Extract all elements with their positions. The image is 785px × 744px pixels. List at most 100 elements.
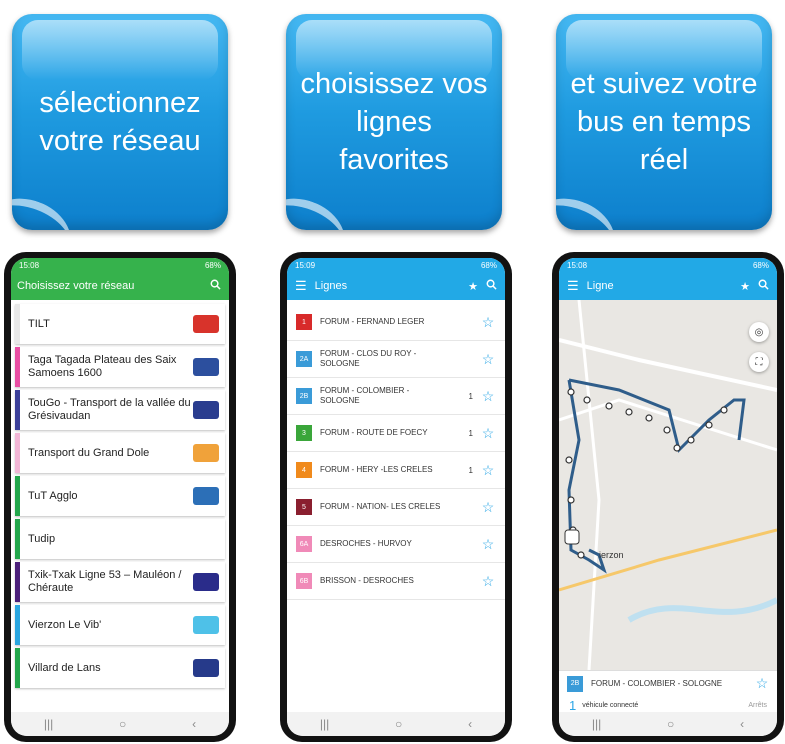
line-item[interactable]: 5 FORUM - NATION- LES CRELES ☆ [287,489,505,526]
line-name: FORUM - HERY -LES CRELES [320,465,433,474]
network-item[interactable]: Tudip [15,519,225,559]
line-info-panel: 2B FORUM - COLOMBIER - SOLOGNE ☆ 1 véhic… [559,670,777,716]
recents-icon[interactable]: ||| [44,717,53,731]
app-title: Choisissez votre réseau [17,280,135,292]
line-item[interactable]: 6B BRISSON - DESROCHES ☆ [287,563,505,600]
network-item[interactable]: Txik-Txak Ligne 53 – Mauléon / Chéraute [15,562,225,602]
tile-choose-lines: choisissez vos lignes favorites [286,14,502,230]
network-item[interactable]: Transport du Grand Dole [15,433,225,473]
network-item[interactable]: TILT [15,304,225,344]
line-item[interactable]: 1 FORUM - FERNAND LEGER ☆ [287,304,505,341]
line-item[interactable]: 6A DESROCHES - HURVOY ☆ [287,526,505,563]
line-badge: 6A [296,536,312,552]
back-icon[interactable]: ‹ [740,717,744,731]
status-time: 15:08 [19,260,40,270]
status-time: 15:08 [567,260,588,270]
search-icon[interactable] [210,279,221,293]
locate-icon[interactable]: ◎ [749,322,769,342]
app-bar: ☰ Ligne ★ [559,272,777,300]
line-item[interactable]: 2A FORUM - CLOS DU ROY - SOLOGNE ☆ [287,341,505,378]
status-time: 15:09 [295,260,316,270]
star-outline-icon[interactable]: ☆ [481,388,495,405]
menu-icon[interactable]: ☰ [295,278,307,294]
network-name: Transport du Grand Dole [28,446,150,459]
line-badge: 2B [567,675,583,692]
star-outline-icon[interactable]: ☆ [481,536,495,553]
android-nav-bar: ||| ○ ‹ [559,712,777,736]
line-name: FORUM - NATION- LES CRELES [320,502,441,511]
network-item[interactable]: TuT Agglo [15,476,225,516]
star-icon[interactable]: ★ [468,280,478,293]
vehicle-count: 1 [569,698,577,713]
network-logo-icon [193,487,219,505]
network-logo-icon [193,573,219,591]
recents-icon[interactable]: ||| [592,717,601,731]
status-bar: 15:09 68% [287,258,505,272]
network-name: Villard de Lans [28,661,101,674]
tile-text: choisissez vos lignes favorites [300,68,488,176]
line-badge: 1 [296,314,312,330]
status-battery: 68% [752,260,769,270]
recents-icon[interactable]: ||| [320,717,329,731]
star-outline-icon[interactable]: ☆ [481,573,495,590]
map-graphic: ierzon [559,299,777,671]
star-icon[interactable]: ★ [740,280,750,293]
vehicle-text: véhicule connecté [582,702,639,709]
network-logo-icon [193,659,219,677]
phone-line-map: 15:08 68% ☰ Ligne ★ ierzon ◎ ⛶ 2B FORUM … [552,252,784,742]
selected-line[interactable]: 2B FORUM - COLOMBIER - SOLOGNE ☆ [559,671,777,696]
star-outline-icon[interactable]: ☆ [755,675,769,692]
app-bar: Choisissez votre réseau [11,272,229,300]
line-badge: 4 [296,462,312,478]
line-badge: 5 [296,499,312,515]
star-outline-icon[interactable]: ☆ [481,499,495,516]
star-outline-icon[interactable]: ☆ [481,351,495,368]
network-name: TILT [28,317,50,330]
tile-text: et suivez votre bus en temps réel [570,68,758,176]
star-outline-icon[interactable]: ☆ [481,314,495,331]
network-logo-icon [193,315,219,333]
star-outline-icon[interactable]: ☆ [481,462,495,479]
network-logo-icon [193,401,219,419]
recenter-icon[interactable]: ⛶ [749,352,769,372]
line-badge: 2A [296,351,312,367]
line-name: BRISSON - DESROCHES [320,576,414,585]
search-icon[interactable] [758,279,769,293]
menu-icon[interactable]: ☰ [567,278,579,294]
route-map[interactable]: ierzon ◎ ⛶ [559,299,777,671]
tile-follow-bus: et suivez votre bus en temps réel [556,14,772,230]
network-item[interactable]: Vierzon Le Vib' [15,605,225,645]
network-item[interactable]: TouGo - Transport de la vallée du Grésiv… [15,390,225,430]
back-icon[interactable]: ‹ [468,717,472,731]
home-icon[interactable]: ○ [667,717,674,731]
line-badge: 3 [296,425,312,441]
star-outline-icon[interactable]: ☆ [481,425,495,442]
vehicle-count: 1 [468,391,473,401]
home-icon[interactable]: ○ [395,717,402,731]
map-town-label: ierzon [599,550,624,560]
line-name: FORUM - CLOS DU ROY - SOLOGNE [320,349,417,368]
line-item[interactable]: 2B FORUM - COLOMBIER - SOLOGNE 1 ☆ [287,378,505,415]
line-name: FORUM - FERNAND LEGER [320,317,425,326]
android-nav-bar: ||| ○ ‹ [11,712,229,736]
tile-select-network: sélectionnez votre réseau [12,14,228,230]
phone-network-select: 15:08 68% Choisissez votre réseau TILT Ta… [4,252,236,742]
app-title: Lignes [314,280,348,292]
network-item[interactable]: Villard de Lans [15,648,225,688]
status-battery: 68% [480,260,497,270]
screen: 15:08 68% ☰ Ligne ★ ierzon ◎ ⛶ 2B FORUM … [559,258,777,736]
status-battery: 68% [204,260,221,270]
network-name: Taga Tagada Plateau des Saix Samoens 160… [28,354,177,379]
back-icon[interactable]: ‹ [192,717,196,731]
stops-link[interactable]: Arrêts [748,702,767,709]
network-item[interactable]: Taga Tagada Plateau des Saix Samoens 160… [15,347,225,387]
screen: 15:09 68% ☰ Lignes ★ 1 FORUM - FERNAND LE… [287,258,505,736]
search-icon[interactable] [486,279,497,293]
line-item[interactable]: 3 FORUM - ROUTE DE FOECY 1 ☆ [287,415,505,452]
line-item[interactable]: 4 FORUM - HERY -LES CRELES 1 ☆ [287,452,505,489]
vehicle-count: 1 [468,465,473,475]
status-bar: 15:08 68% [11,258,229,272]
home-icon[interactable]: ○ [119,717,126,731]
vehicle-count: 1 [468,428,473,438]
network-list: TILT Taga Tagada Plateau des Saix Samoens… [11,300,229,688]
